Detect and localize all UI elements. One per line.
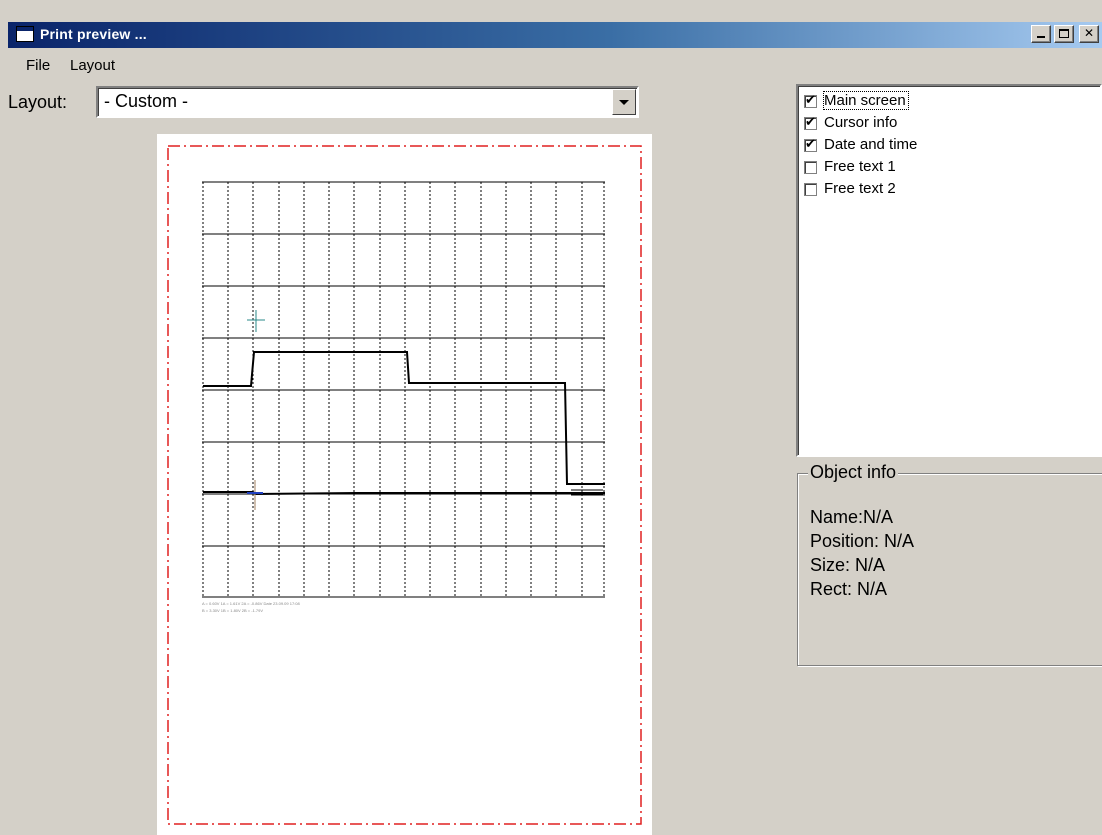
object-info-rect: Rect: N/A <box>810 579 888 599</box>
scope-trace-1 <box>203 351 605 485</box>
close-icon: ✕ <box>1083 26 1095 40</box>
print-elements-list: Main screen Cursor info Date and time Fr… <box>796 84 1102 457</box>
object-info-title: Object info <box>808 462 899 483</box>
object-info-group: Object info Name:N/A Position: N/A Size:… <box>797 462 1102 666</box>
page-preview[interactable]: A = 0.60V 1A = 1.61V 2A = -0.86V Date 23… <box>157 134 652 835</box>
object-info-position: Position: N/A <box>810 531 915 551</box>
layout-label: Layout: <box>8 92 68 112</box>
layout-combobox[interactable]: - Custom - <box>96 86 639 118</box>
window-title: Print preview ... <box>40 26 147 42</box>
close-button[interactable]: ✕ <box>1079 25 1099 43</box>
object-info-name: Name:N/A <box>810 507 894 527</box>
checklist-item-label: Date and time <box>824 136 918 153</box>
checkbox-free-text-2[interactable] <box>804 183 817 196</box>
cursor-b-marker <box>247 480 263 510</box>
chevron-down-icon[interactable] <box>612 89 636 115</box>
object-info-size: Size: N/A <box>810 555 886 575</box>
menu-layout[interactable]: Layout <box>70 57 115 74</box>
minimize-button[interactable] <box>1031 25 1051 43</box>
cursor-a-marker <box>247 310 265 332</box>
checkbox-free-text-1[interactable] <box>804 161 817 174</box>
layout-combobox-value: - Custom - <box>104 91 189 111</box>
scope-grid-horizontal <box>202 181 605 598</box>
maximize-button[interactable] <box>1054 25 1074 43</box>
checklist-item-label: Free text 1 <box>824 158 896 175</box>
checkbox-main-screen[interactable] <box>804 93 817 109</box>
title-bar: Print preview ... ✕ <box>8 22 1102 48</box>
scope-trace-2 <box>203 491 605 496</box>
minimize-icon <box>1037 36 1045 38</box>
checklist-item-label: Cursor info <box>824 114 898 131</box>
checkbox-cursor-info[interactable] <box>804 115 817 131</box>
checklist-item-label: Main screen <box>823 91 909 110</box>
window-app-icon <box>16 26 34 42</box>
menu-file[interactable]: File <box>26 57 50 74</box>
checkbox-date-and-time[interactable] <box>804 137 817 153</box>
cursor-info-line-2: B = 3.30V 1B = 1.80V 2B = -1.79V <box>202 608 264 613</box>
checklist-item-label: Free text 2 <box>824 180 896 197</box>
page-preview-canvas <box>167 145 642 825</box>
cursor-info-line-1: A = 0.60V 1A = 1.61V 2A = -0.86V Date 23… <box>202 601 300 606</box>
maximize-icon <box>1059 29 1069 38</box>
